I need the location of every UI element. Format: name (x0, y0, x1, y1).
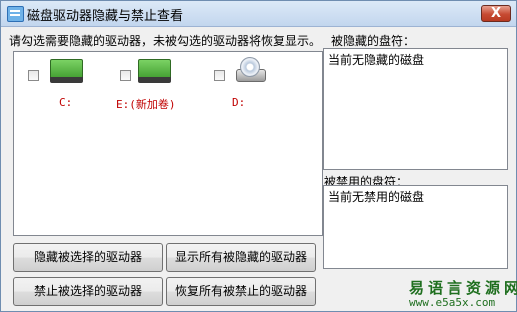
hidden-drives-label: 被隐藏的盘符： (331, 34, 416, 48)
hide-selected-button[interactable]: 隐藏被选择的驱动器 (13, 243, 163, 272)
drive-item-c: C: (28, 57, 123, 117)
app-window: 磁盘驱动器隐藏与禁止查看 X 请勾选需要隐藏的驱动器，未被勾选的驱动器将恢复显示… (0, 0, 517, 312)
drive-d-checkbox[interactable] (214, 70, 225, 81)
drive-e-label: E:(新加卷) (116, 98, 176, 111)
hard-drive-icon (138, 57, 171, 83)
drive-item-d: D: (214, 57, 309, 117)
watermark-url: www.e5a5x.com (409, 296, 496, 309)
disable-selected-button[interactable]: 禁止被选择的驱动器 (13, 277, 163, 306)
show-all-hidden-button[interactable]: 显示所有被隐藏的驱动器 (166, 243, 316, 272)
title-bar[interactable]: 磁盘驱动器隐藏与禁止查看 X (1, 1, 516, 27)
drive-item-e: E:(新加卷) (116, 57, 215, 117)
hard-drive-icon (50, 57, 83, 83)
app-icon (7, 6, 24, 22)
hidden-drives-empty-text: 当前无隐藏的磁盘 (328, 53, 425, 67)
disabled-drives-empty-text: 当前无禁用的磁盘 (328, 190, 425, 204)
drive-list: C: E:(新加卷) D: (13, 51, 323, 236)
drive-e-checkbox[interactable] (120, 70, 131, 81)
drive-c-checkbox[interactable] (28, 70, 39, 81)
window-title: 磁盘驱动器隐藏与禁止查看 (27, 9, 184, 24)
close-button[interactable]: X (481, 5, 511, 22)
instruction-label: 请勾选需要隐藏的驱动器，未被勾选的驱动器将恢复显示。 (9, 34, 322, 48)
restore-all-disabled-button[interactable]: 恢复所有被禁止的驱动器 (166, 277, 316, 306)
drive-c-label: C: (59, 96, 73, 109)
cd-drive-icon (234, 57, 268, 83)
disabled-drives-list[interactable]: 当前无禁用的磁盘 (323, 185, 508, 269)
hidden-drives-list[interactable]: 当前无隐藏的磁盘 (323, 48, 508, 170)
watermark-text: 易语言资源网 (409, 279, 517, 297)
drive-d-label: D: (232, 96, 246, 109)
